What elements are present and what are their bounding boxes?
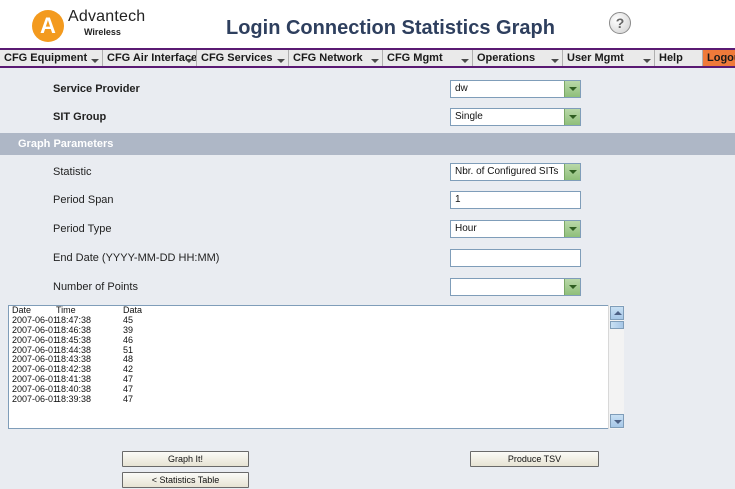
period-span-label: Period Span bbox=[53, 194, 114, 206]
statistic-row: Statistic Nbr. of Configured SITs bbox=[0, 159, 735, 187]
chevron-down-icon bbox=[461, 59, 469, 63]
nav-help[interactable]: Help bbox=[655, 50, 703, 66]
select-value: Nbr. of Configured SITs bbox=[455, 166, 559, 177]
logo-company-sub: Wireless bbox=[84, 27, 121, 37]
nav-label: CFG Equipment bbox=[4, 52, 88, 64]
number-of-points-select[interactable] bbox=[450, 278, 581, 296]
sit-group-row: SIT Group Single bbox=[0, 104, 735, 132]
sit-group-label: SIT Group bbox=[53, 111, 107, 123]
nav-cfg-air-interface[interactable]: CFG Air Interface bbox=[103, 50, 197, 66]
page-header: A Advantech Wireless Login Connection St… bbox=[0, 0, 735, 48]
select-value: Hour bbox=[455, 223, 477, 234]
list-item[interactable]: 2007-06-01 18:44:38 51 bbox=[9, 345, 623, 356]
end-date-row: End Date (YYYY-MM-DD HH:MM) bbox=[0, 245, 735, 273]
main-nav: CFG Equipment CFG Air Interface CFG Serv… bbox=[0, 48, 735, 68]
select-value: dw bbox=[455, 83, 468, 94]
chevron-down-icon[interactable] bbox=[564, 109, 580, 125]
period-type-row: Period Type Hour bbox=[0, 216, 735, 244]
nav-cfg-mgmt[interactable]: CFG Mgmt bbox=[383, 50, 473, 66]
list-item[interactable]: 2007-06-01 18:41:38 47 bbox=[9, 374, 623, 385]
nav-label: Help bbox=[659, 52, 683, 64]
produce-tsv-button[interactable]: Produce TSV bbox=[470, 451, 599, 467]
help-icon[interactable]: ? bbox=[609, 12, 631, 34]
nav-label: CFG Air Interface bbox=[107, 52, 197, 64]
nav-label: CFG Mgmt bbox=[387, 52, 443, 64]
nav-user-mgmt[interactable]: User Mgmt bbox=[563, 50, 655, 66]
service-provider-label: Service Provider bbox=[53, 83, 140, 95]
scroll-down-icon[interactable] bbox=[610, 414, 624, 428]
number-of-points-label: Number of Points bbox=[53, 281, 138, 293]
period-type-select[interactable]: Hour bbox=[450, 220, 581, 238]
chevron-down-icon bbox=[643, 59, 651, 63]
service-provider-select[interactable]: dw bbox=[450, 80, 581, 98]
chevron-down-icon bbox=[371, 59, 379, 63]
advantech-logo-icon: A bbox=[32, 10, 64, 42]
statistic-select[interactable]: Nbr. of Configured SITs bbox=[450, 163, 581, 181]
statistics-data-list[interactable]: Date Time Data 2007-06-01 18:47:38 45 2007… bbox=[8, 305, 624, 429]
period-type-label: Period Type bbox=[53, 223, 112, 235]
nav-label: Logout bbox=[707, 52, 735, 64]
row-date: 2007-06-01 bbox=[12, 394, 59, 405]
list-item[interactable]: 2007-06-01 18:47:38 45 bbox=[9, 315, 623, 326]
nav-operations[interactable]: Operations bbox=[473, 50, 563, 66]
sit-group-select[interactable]: Single bbox=[450, 108, 581, 126]
statistic-label: Statistic bbox=[53, 166, 92, 178]
chevron-down-icon[interactable] bbox=[564, 221, 580, 237]
list-item[interactable]: 2007-06-01 18:42:38 42 bbox=[9, 364, 623, 375]
list-header-row: Date Time Data bbox=[9, 306, 623, 316]
nav-label: User Mgmt bbox=[567, 52, 624, 64]
period-span-input[interactable]: 1 bbox=[450, 191, 581, 209]
select-value: Single bbox=[455, 111, 483, 122]
chevron-down-icon bbox=[551, 59, 559, 63]
list-item[interactable]: 2007-06-01 18:39:38 47 bbox=[9, 394, 623, 405]
nav-cfg-equipment[interactable]: CFG Equipment bbox=[0, 50, 103, 66]
nav-cfg-network[interactable]: CFG Network bbox=[289, 50, 383, 66]
list-scrollbar[interactable] bbox=[608, 305, 624, 429]
row-time: 18:39:38 bbox=[56, 394, 92, 405]
list-item[interactable]: 2007-06-01 18:46:38 39 bbox=[9, 325, 623, 336]
chevron-down-icon[interactable] bbox=[564, 164, 580, 180]
scroll-up-icon[interactable] bbox=[610, 306, 624, 320]
chevron-down-icon bbox=[91, 59, 99, 63]
number-of-points-row: Number of Points bbox=[0, 274, 735, 302]
nav-label: CFG Network bbox=[293, 52, 363, 64]
end-date-label: End Date (YYYY-MM-DD HH:MM) bbox=[53, 252, 220, 264]
scroll-thumb[interactable] bbox=[610, 321, 624, 329]
nav-label: Operations bbox=[477, 52, 536, 64]
page-title: Login Connection Statistics Graph bbox=[226, 17, 555, 39]
list-item[interactable]: 2007-06-01 18:40:38 47 bbox=[9, 384, 623, 395]
logo-company-name: Advantech bbox=[68, 8, 146, 25]
end-date-input[interactable] bbox=[450, 249, 581, 267]
period-span-row: Period Span 1 bbox=[0, 187, 735, 215]
chevron-down-icon[interactable] bbox=[564, 279, 580, 295]
statistics-table-button[interactable]: < Statistics Table bbox=[122, 472, 249, 488]
nav-label: CFG Services bbox=[201, 52, 273, 64]
chevron-down-icon[interactable] bbox=[564, 81, 580, 97]
graph-it-button[interactable]: Graph It! bbox=[122, 451, 249, 467]
list-item[interactable]: 2007-06-01 18:43:38 48 bbox=[9, 355, 623, 365]
list-item[interactable]: 2007-06-01 18:45:38 46 bbox=[9, 335, 623, 346]
nav-logout[interactable]: Logout bbox=[703, 50, 735, 66]
nav-cfg-services[interactable]: CFG Services bbox=[197, 50, 289, 66]
service-provider-row: Service Provider dw bbox=[0, 76, 735, 104]
graph-parameters-header: Graph Parameters bbox=[0, 133, 735, 155]
chevron-down-icon bbox=[277, 59, 285, 63]
row-data: 47 bbox=[123, 394, 134, 405]
